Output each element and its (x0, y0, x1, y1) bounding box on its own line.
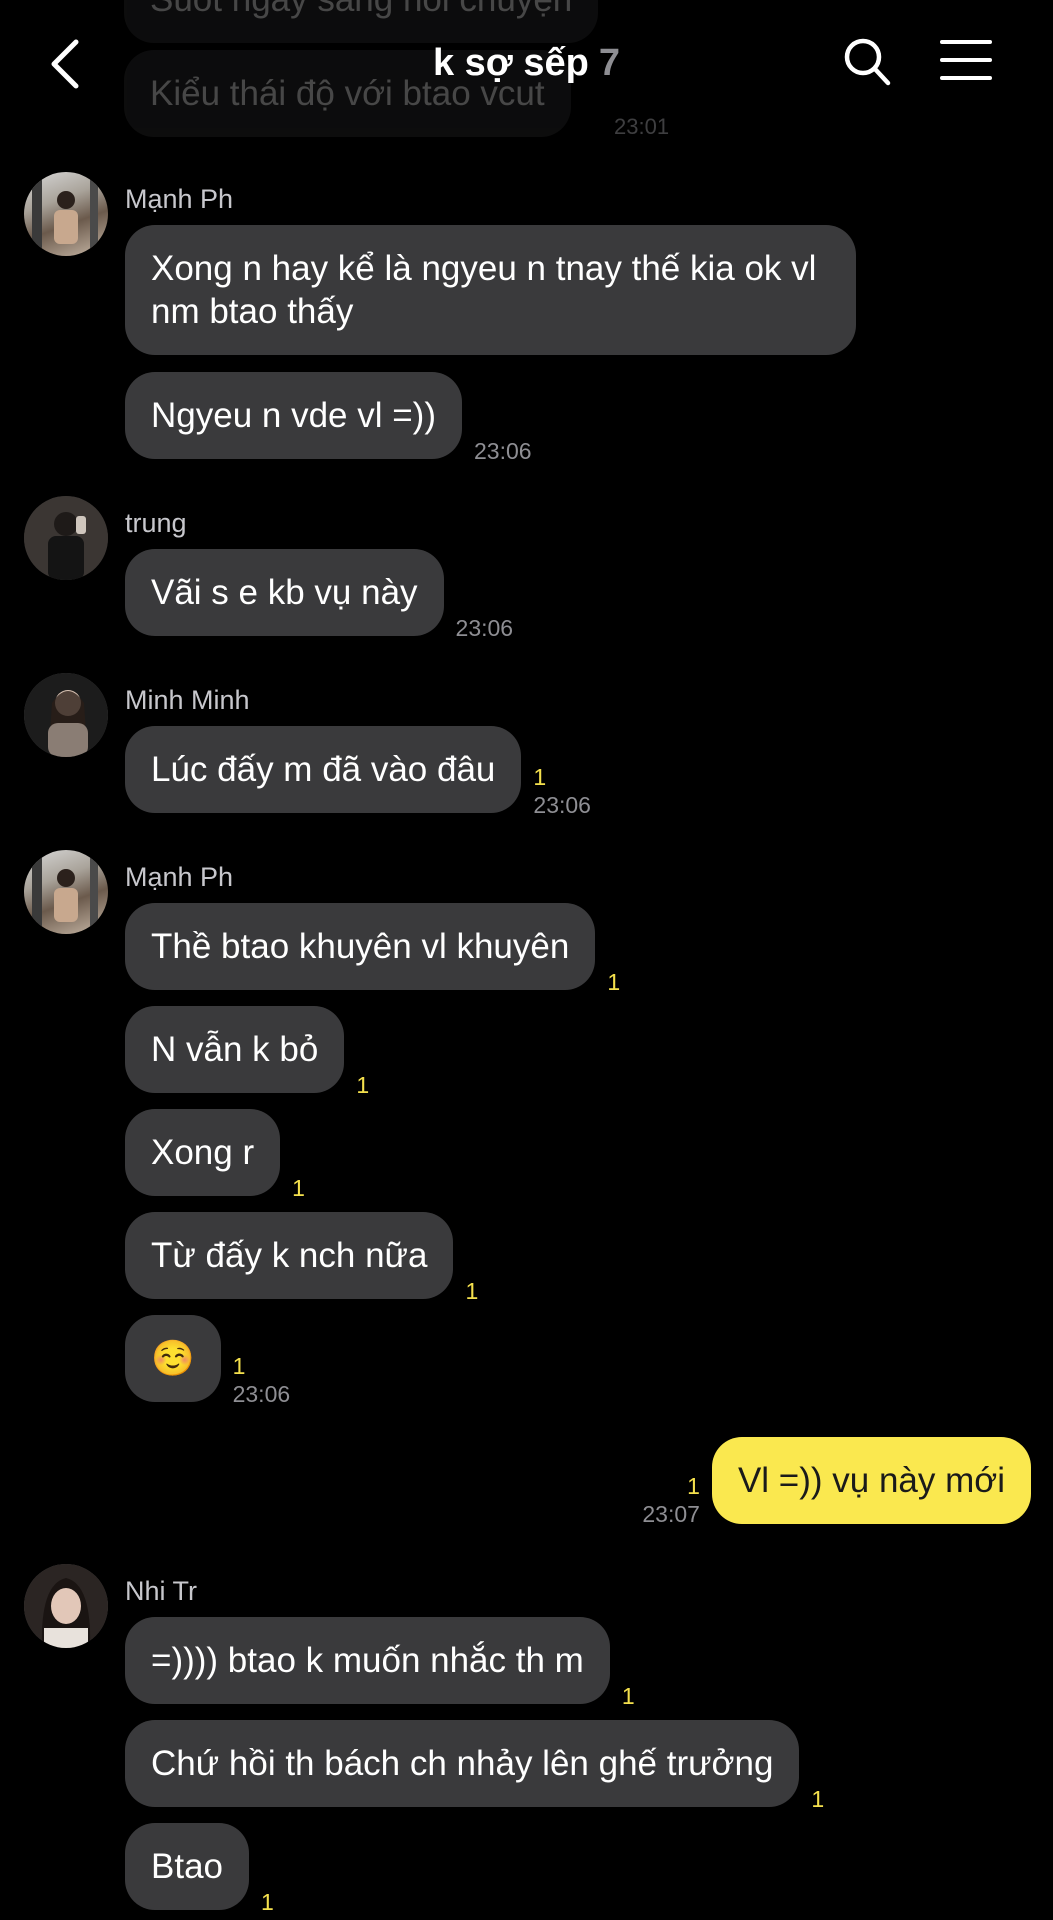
emoji-bubble[interactable]: ☺️ (125, 1315, 221, 1402)
sender-name: Minh Minh (125, 685, 250, 715)
unread-count: 1 (687, 1473, 700, 1499)
message-row: Ngyeu n vde vl =)) 23:06 (125, 372, 532, 464)
message-row: Lúc đấy m đã vào đâu 1 23:06 (125, 726, 591, 818)
chat-screen: Suốt ngày sang nói chuyện Kiểu thái độ v… (0, 0, 1053, 1920)
avatar[interactable] (24, 1564, 108, 1648)
message-meta: 1 (356, 1071, 369, 1099)
unread-count: 1 (607, 969, 621, 995)
message-bubble[interactable]: =)))) btao k muốn nhắc th m (125, 1617, 610, 1704)
unread-count: 1 (292, 1175, 305, 1201)
menu-icon[interactable] (940, 38, 992, 82)
message-time: 23:07 (642, 1501, 700, 1527)
unread-count: 1 (356, 1072, 370, 1098)
message-row: ☺️ 1 23:06 (125, 1315, 290, 1407)
message-bubble[interactable]: N vẫn k bỏ (125, 1006, 345, 1093)
message-row: Chứ hồi th bách ch nhảy lên ghế trưởng 1 (125, 1720, 824, 1812)
message-meta: 23:06 (456, 614, 514, 642)
message-time: 23:06 (232, 1381, 291, 1407)
avatar[interactable] (24, 850, 108, 934)
message-row: Xong r 1 (125, 1109, 305, 1201)
sender-name: Mạnh Ph (125, 862, 234, 892)
sender-name: Nhi Tr (125, 1576, 198, 1606)
message-bubble[interactable]: Ngyeu n vde vl =)) (125, 372, 462, 459)
message-meta: 23:06 (474, 437, 532, 465)
unread-count: 1 (533, 764, 547, 790)
message-meta: 1 (465, 1277, 478, 1305)
message-row: Xong n hay kể là ngyeu n tnay thế kia ok… (125, 225, 856, 355)
message-row: Từ đấy k nch nữa 1 (125, 1212, 478, 1304)
unread-count: 1 (232, 1353, 246, 1379)
message-row: Btao 1 (125, 1823, 274, 1915)
message-meta: 1 23:06 (533, 763, 591, 819)
back-icon[interactable] (44, 36, 92, 92)
avatar[interactable] (24, 673, 108, 757)
message-row: N vẫn k bỏ 1 (125, 1006, 369, 1098)
member-count: 7 (598, 41, 621, 84)
message-row: Thề btao khuyên vl khuyên 1 (125, 903, 620, 995)
message-bubble[interactable]: Xong n hay kể là ngyeu n tnay thế kia ok… (125, 225, 856, 355)
my-message-bubble[interactable]: Vl =)) vụ này mới (711, 1437, 1031, 1524)
message-meta: 1 (607, 968, 620, 996)
message-time: 23:06 (455, 615, 514, 641)
chat-title: k sợ sếp (432, 41, 589, 84)
message-bubble[interactable]: Btao (125, 1823, 249, 1910)
message-meta: 1 (292, 1174, 305, 1202)
unread-count: 1 (261, 1889, 274, 1915)
message-meta: 1 (811, 1785, 824, 1813)
sender-name: Mạnh Ph (125, 184, 234, 214)
my-message-row: 1 23:07 Vl =)) vụ này mới (642, 1437, 1031, 1527)
sender-name: trung (125, 508, 187, 538)
message-row: Vãi s e kb vụ này 23:06 (125, 549, 513, 641)
message-bubble[interactable]: Vãi s e kb vụ này (125, 549, 444, 636)
unread-count: 1 (621, 1683, 635, 1709)
message-time: 23:06 (474, 438, 532, 464)
unread-count: 1 (811, 1786, 825, 1812)
unread-count: 1 (465, 1278, 479, 1304)
search-icon[interactable] (842, 36, 892, 88)
message-meta: 1 (261, 1888, 274, 1916)
message-meta: 1 23:06 (233, 1352, 291, 1408)
message-bubble[interactable]: Chứ hồi th bách ch nhảy lên ghế trưởng (125, 1720, 800, 1807)
message-meta: 1 23:07 (642, 1472, 700, 1528)
message-bubble[interactable]: Thề btao khuyên vl khuyên (125, 903, 596, 990)
message-meta: 1 (622, 1682, 635, 1710)
message-bubble[interactable]: Từ đấy k nch nữa (125, 1212, 454, 1299)
message-time: 23:06 (533, 792, 591, 818)
message-bubble[interactable]: Xong r (125, 1109, 281, 1196)
message-row: =)))) btao k muốn nhắc th m 1 (125, 1617, 635, 1709)
chat-header: k sợ sếp 7 (0, 0, 1053, 130)
message-bubble[interactable]: Lúc đấy m đã vào đâu (125, 726, 522, 813)
avatar[interactable] (24, 496, 108, 580)
avatar[interactable] (24, 172, 108, 256)
